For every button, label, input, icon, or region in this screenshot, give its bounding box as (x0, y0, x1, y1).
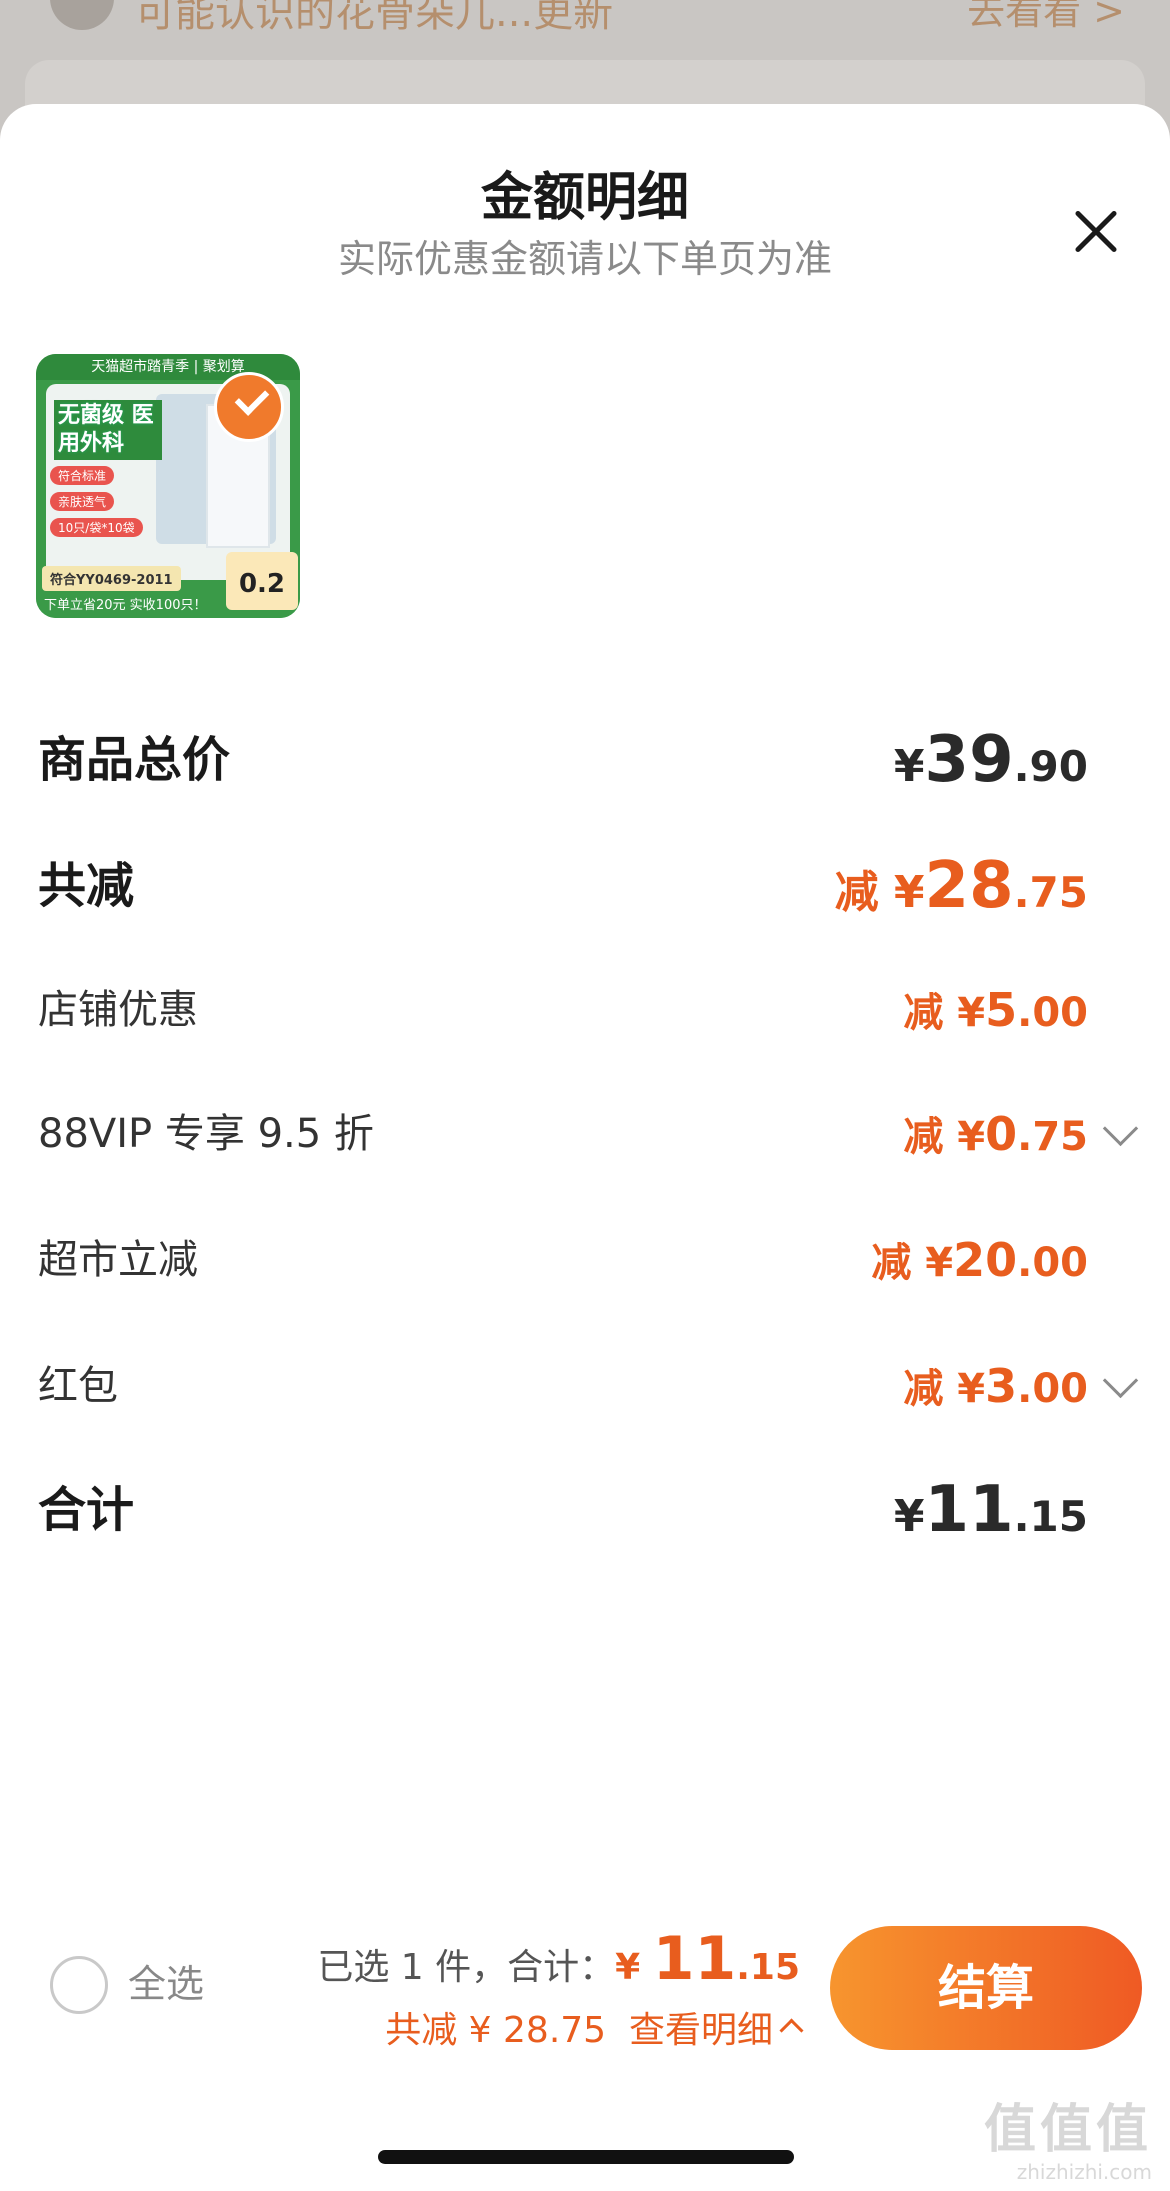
watermark: 值值值 zhizhizhi.com (984, 2100, 1152, 2184)
breakdown-amount: 减 ¥5.00 (903, 983, 1088, 1037)
chevron-down-icon[interactable] (1102, 1110, 1139, 1147)
breakdown-label: 超市立减 (38, 1237, 198, 1283)
product-tag: 符合标准 (50, 466, 115, 485)
checkmark-icon[interactable] (214, 372, 284, 442)
product-headline: 无菌级 医用外科 (54, 400, 162, 460)
home-indicator[interactable] (378, 2150, 794, 2164)
checkout-bar: 全选 已选 1 件，合计：¥ 11.15 共减 ¥ 28.75 查看明细 结算 (0, 1906, 1170, 2106)
watermark-url: zhizhizhi.com (1016, 2160, 1152, 2184)
product-standard: 符合YY0469-2011 (42, 566, 181, 591)
sheet-subtitle: 实际优惠金额请以下单页为准 (337, 237, 832, 281)
breakdown-row: 超市立减 减 ¥20.00 (38, 1220, 1133, 1300)
selected-count-text: 已选 1 件，合计： (317, 1947, 616, 1988)
select-all-radio[interactable] (50, 1956, 108, 2014)
view-detail-link[interactable]: 查看明细 (629, 2010, 773, 2051)
breakdown-amount: 减 ¥20.00 (871, 1233, 1088, 1287)
breakdown-row: 合计 ¥11.15 (38, 1470, 1133, 1550)
breakdown-label: 88VIP 专享 9.5 折 (38, 1111, 374, 1157)
breakdown-row[interactable]: 88VIP 专享 9.5 折 减 ¥0.75 (38, 1094, 1139, 1174)
close-icon[interactable] (1060, 196, 1132, 268)
avatar (50, 0, 114, 30)
breakdown-label: 共减 (38, 858, 135, 914)
select-all-label[interactable]: 全选 (128, 1958, 204, 2010)
sheet-title: 金额明细 (480, 168, 689, 228)
breakdown-amount: 减 ¥28.75 (834, 849, 1088, 923)
order-summary: 已选 1 件，合计：¥ 11.15 共减 ¥ 28.75 查看明细 (317, 1924, 804, 2059)
breakdown-row: 共减 减 ¥28.75 (38, 846, 1133, 926)
unit-price: 0.2 (226, 552, 298, 610)
breakdown-amount: 减 ¥3.00 (903, 1359, 1088, 1413)
product-tag: 亲肤透气 (50, 492, 115, 511)
chevron-down-icon[interactable] (1102, 1362, 1139, 1399)
chevron-up-icon[interactable] (779, 2017, 804, 2043)
breakdown-label: 红包 (38, 1363, 118, 1409)
breakdown-amount: 减 ¥0.75 (903, 1107, 1088, 1161)
breakdown-label: 店铺优惠 (38, 987, 198, 1033)
product-tag: 10只/袋*10袋 (50, 518, 143, 537)
breakdown-row: 商品总价 ¥39.90 (38, 720, 1133, 800)
breakdown-row: 店铺优惠 减 ¥5.00 (38, 970, 1133, 1050)
breakdown-amount: ¥39.90 (893, 723, 1088, 797)
breakdown-label: 合计 (38, 1482, 135, 1538)
background-feed-text: 可能认识的花骨朵儿...更新 (135, 0, 614, 36)
background-link: 去看看 > (967, 0, 1125, 33)
watermark-brand: 值值值 (983, 2100, 1152, 2160)
total-discount-text: 共减 ¥ 28.75 (385, 2010, 607, 2051)
breakdown-row[interactable]: 红包 减 ¥3.00 (38, 1346, 1139, 1426)
breakdown-amount: ¥11.15 (893, 1473, 1088, 1547)
checkout-button[interactable]: 结算 (830, 1926, 1142, 2050)
breakdown-label: 商品总价 (38, 732, 231, 788)
total-amount: ¥ 11.15 (615, 1924, 800, 1994)
